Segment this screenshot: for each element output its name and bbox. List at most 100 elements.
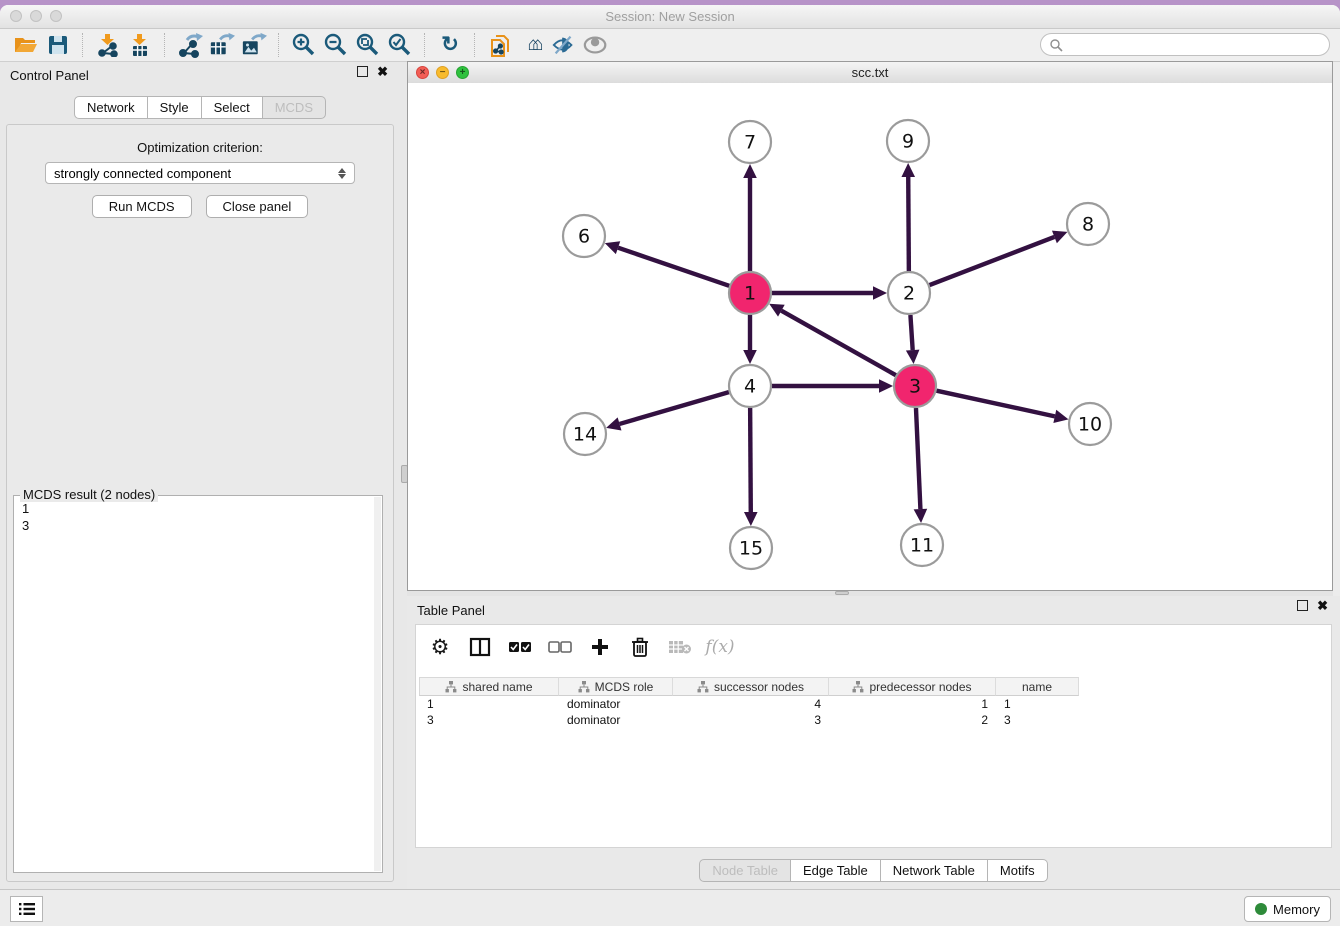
graph-node-11[interactable]: 11	[901, 524, 943, 566]
tab-style[interactable]: Style	[148, 96, 202, 119]
table-header-row: shared name MCDS role successor nodes pr…	[419, 677, 1328, 696]
graph-node-10[interactable]: 10	[1069, 403, 1111, 445]
tab-network-table[interactable]: Network Table	[881, 859, 988, 882]
function-builder-icon[interactable]: f(x)	[708, 635, 732, 659]
tab-select[interactable]: Select	[202, 96, 263, 119]
graph-node-6[interactable]: 6	[563, 215, 605, 257]
graph-node-7[interactable]: 7	[729, 121, 771, 163]
close-table-panel-icon[interactable]: ✖	[1317, 600, 1328, 611]
svg-text:10: 10	[1078, 414, 1102, 436]
column-label: predecessor nodes	[869, 680, 971, 694]
graph-node-2[interactable]: 2	[888, 272, 930, 314]
column-header-successor-nodes[interactable]: successor nodes	[673, 677, 829, 696]
cell-filler	[1079, 712, 1328, 728]
float-panel-icon[interactable]	[357, 66, 368, 77]
zoom-in-icon[interactable]	[291, 32, 317, 58]
cell-shared-name[interactable]: 1	[419, 696, 559, 712]
graph-edge-4-14[interactable]	[620, 392, 729, 424]
memory-label: Memory	[1273, 902, 1320, 917]
close-panel-button[interactable]: Close panel	[206, 195, 309, 218]
toolbar-separator	[424, 33, 426, 57]
graph-node-8[interactable]: 8	[1067, 203, 1109, 245]
zoom-selected-icon[interactable]	[387, 32, 413, 58]
cell-mcds-role[interactable]: dominator	[559, 712, 673, 728]
network-graph[interactable]: 1 2 3 4 6 7 8 9 10 11 14 15	[408, 83, 1332, 586]
cybrowser-home-icon[interactable]: ⌂⌂	[519, 32, 545, 58]
graph-edge-1-6[interactable]	[618, 248, 729, 286]
network-view-window: × − + scc.txt 1 2 3 4 6 7 8 9 10 11 14 15	[407, 61, 1333, 591]
table-settings-icon[interactable]: ⚙	[428, 635, 452, 659]
search-input[interactable]	[1068, 37, 1329, 53]
cell-successor-nodes[interactable]: 3	[673, 712, 829, 728]
column-header-predecessor-nodes[interactable]: predecessor nodes	[829, 677, 996, 696]
show-graphics-details-icon[interactable]	[583, 32, 609, 58]
graph-edge-2-3[interactable]	[910, 315, 912, 350]
open-session-icon[interactable]	[13, 32, 39, 58]
cell-mcds-role[interactable]: dominator	[559, 696, 673, 712]
import-table-icon[interactable]	[127, 32, 153, 58]
clone-network-icon[interactable]	[487, 32, 513, 58]
graph-edge-3-1[interactable]	[781, 311, 895, 376]
cell-predecessor-nodes[interactable]: 2	[829, 712, 996, 728]
cell-predecessor-nodes[interactable]: 1	[829, 696, 996, 712]
tab-motifs[interactable]: Motifs	[988, 859, 1048, 882]
column-header-name[interactable]: name	[996, 677, 1079, 696]
graph-node-15[interactable]: 15	[730, 527, 772, 569]
show-columns-icon[interactable]	[468, 635, 492, 659]
svg-text:8: 8	[1082, 214, 1094, 236]
toolbar-separator	[82, 33, 84, 57]
criterion-value: strongly connected component	[54, 166, 231, 181]
svg-text:9: 9	[902, 131, 914, 153]
mcds-result-title: MCDS result (2 nodes)	[20, 487, 158, 502]
run-mcds-button[interactable]: Run MCDS	[92, 195, 192, 218]
graph-node-9[interactable]: 9	[887, 120, 929, 162]
new-network-icon[interactable]	[177, 32, 203, 58]
network-canvas[interactable]: 1 2 3 4 6 7 8 9 10 11 14 15	[408, 83, 1332, 590]
select-all-columns-icon[interactable]	[508, 635, 532, 659]
create-column-icon[interactable]	[588, 635, 612, 659]
cell-name[interactable]: 3	[996, 712, 1079, 728]
deselect-all-columns-icon[interactable]	[548, 635, 572, 659]
graph-node-3[interactable]: 3	[894, 365, 936, 407]
import-network-icon[interactable]	[95, 32, 121, 58]
column-header-shared-name[interactable]: shared name	[419, 677, 559, 696]
delete-columns-icon[interactable]	[628, 635, 652, 659]
graph-edge-2-8[interactable]	[930, 237, 1055, 285]
graph-node-1[interactable]: 1	[729, 272, 771, 314]
zoom-fit-icon[interactable]	[355, 32, 381, 58]
save-session-icon[interactable]	[45, 32, 71, 58]
graph-node-14[interactable]: 14	[564, 413, 606, 455]
mcds-result-box: MCDS result (2 nodes) 1 3	[13, 495, 383, 873]
graph-edge-4-15[interactable]	[750, 408, 751, 512]
export-table-icon[interactable]	[209, 32, 235, 58]
delete-table-icon[interactable]	[668, 635, 692, 659]
search-field[interactable]	[1040, 33, 1330, 56]
task-history-button[interactable]	[10, 896, 43, 922]
cell-name[interactable]: 1	[996, 696, 1079, 712]
graph-edge-3-10[interactable]	[936, 391, 1054, 417]
application-window: Session: New Session	[0, 5, 1340, 926]
tab-network[interactable]: Network	[74, 96, 148, 119]
table-row[interactable]: 1 dominator 4 1 1	[419, 696, 1328, 712]
refresh-icon[interactable]: ↻	[437, 32, 463, 58]
float-table-panel-icon[interactable]	[1297, 600, 1308, 611]
column-header-mcds-role[interactable]: MCDS role	[559, 677, 673, 696]
network-window-titlebar[interactable]: × − + scc.txt	[408, 62, 1332, 84]
cell-shared-name[interactable]: 3	[419, 712, 559, 728]
horizontal-splitter-handle[interactable]	[835, 591, 849, 595]
export-image-icon[interactable]	[241, 32, 267, 58]
hide-graphics-details-icon[interactable]	[551, 32, 577, 58]
cell-successor-nodes[interactable]: 4	[673, 696, 829, 712]
close-panel-icon[interactable]: ✖	[377, 66, 388, 77]
memory-button[interactable]: Memory	[1244, 896, 1331, 922]
tab-mcds[interactable]: MCDS	[263, 96, 326, 119]
zoom-out-icon[interactable]	[323, 32, 349, 58]
graph-node-4[interactable]: 4	[729, 365, 771, 407]
table-row[interactable]: 3 dominator 3 2 3	[419, 712, 1328, 728]
graph-edge-2-9[interactable]	[908, 177, 909, 271]
tab-node-table[interactable]: Node Table	[699, 859, 791, 882]
result-scrollbar[interactable]	[374, 497, 381, 871]
tab-edge-table[interactable]: Edge Table	[791, 859, 881, 882]
criterion-dropdown[interactable]: strongly connected component	[45, 162, 355, 184]
graph-edge-3-11[interactable]	[916, 408, 920, 509]
